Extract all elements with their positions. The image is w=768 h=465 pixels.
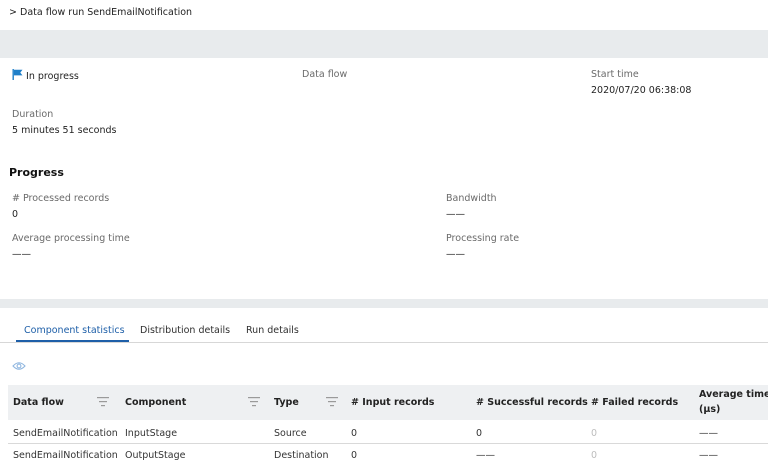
flag-icon bbox=[12, 69, 23, 80]
breadcrumb-title: Data flow run SendEmailNotification bbox=[20, 7, 193, 18]
processed-records-label: # Processed records bbox=[12, 193, 110, 204]
average-processing-time-value: —— bbox=[12, 249, 31, 260]
average-processing-time-label: Average processing time bbox=[12, 233, 130, 244]
col-header-component[interactable]: Component bbox=[125, 397, 186, 408]
cell-type: Destination bbox=[274, 450, 329, 461]
cell-data-flow: SendEmailNotification bbox=[13, 428, 118, 439]
processing-rate-label: Processing rate bbox=[446, 233, 520, 244]
header-band bbox=[0, 30, 768, 58]
tab-run-details[interactable]: Run details bbox=[246, 325, 299, 336]
tab-distribution-details[interactable]: Distribution details bbox=[140, 325, 230, 336]
cell-failed-records: 0 bbox=[591, 428, 598, 439]
processing-rate-value: —— bbox=[446, 249, 465, 260]
tab-component-statistics[interactable]: Component statistics bbox=[24, 325, 125, 336]
cell-input-records: 0 bbox=[351, 450, 358, 461]
filter-icon[interactable] bbox=[248, 397, 260, 407]
col-header-input-records[interactable]: # Input records bbox=[351, 397, 434, 408]
breadcrumb[interactable]: > Data flow run SendEmailNotification bbox=[9, 7, 192, 18]
cell-failed-records: 0 bbox=[591, 450, 598, 461]
cell-successful-records: —— bbox=[476, 450, 495, 461]
start-time-value: 2020/07/20 06:38:08 bbox=[591, 85, 692, 96]
cell-data-flow: SendEmailNotification bbox=[13, 450, 118, 461]
col-header-average-time-unit: (μs) bbox=[699, 404, 721, 415]
filter-icon[interactable] bbox=[97, 397, 109, 407]
status-text: In progress bbox=[26, 71, 79, 82]
cell-input-records: 0 bbox=[351, 428, 358, 439]
active-tab-indicator bbox=[16, 340, 129, 342]
progress-title: Progress bbox=[9, 166, 64, 179]
duration-label: Duration bbox=[12, 109, 54, 120]
data-flow-label: Data flow bbox=[302, 69, 348, 80]
eye-icon[interactable] bbox=[12, 361, 26, 371]
chevron-right-icon: > bbox=[9, 7, 17, 18]
cell-successful-records: 0 bbox=[476, 428, 483, 439]
col-header-successful-records[interactable]: # Successful records bbox=[476, 397, 588, 408]
col-header-type[interactable]: Type bbox=[274, 397, 299, 408]
start-time-label: Start time bbox=[591, 69, 639, 80]
filter-icon[interactable] bbox=[326, 397, 338, 407]
processed-records-value: 0 bbox=[12, 209, 19, 220]
row-divider bbox=[8, 443, 768, 444]
col-header-average-time[interactable]: Average time bbox=[699, 389, 768, 400]
cell-component: OutputStage bbox=[125, 450, 186, 461]
cell-average-time: —— bbox=[699, 450, 718, 461]
col-header-failed-records[interactable]: # Failed records bbox=[591, 397, 678, 408]
col-header-data-flow[interactable]: Data flow bbox=[13, 397, 64, 408]
cell-type: Source bbox=[274, 428, 307, 439]
section-divider-band bbox=[0, 299, 768, 308]
status: In progress bbox=[12, 69, 79, 82]
cell-average-time: —— bbox=[699, 428, 718, 439]
bandwidth-value: —— bbox=[446, 209, 465, 220]
cell-component: InputStage bbox=[125, 428, 178, 439]
duration-value: 5 minutes 51 seconds bbox=[12, 125, 117, 136]
bandwidth-label: Bandwidth bbox=[446, 193, 497, 204]
tab-divider bbox=[0, 342, 768, 343]
